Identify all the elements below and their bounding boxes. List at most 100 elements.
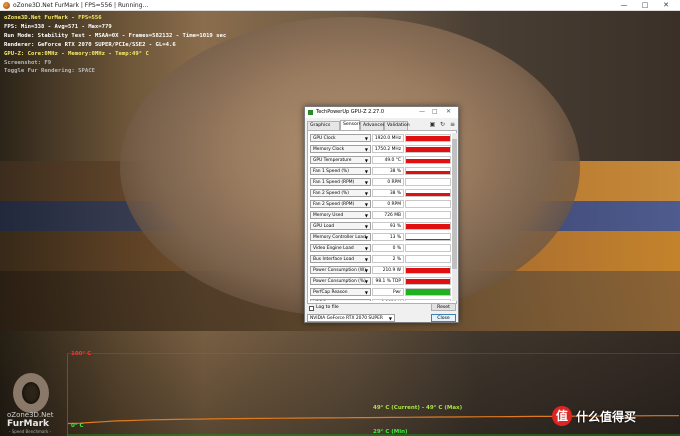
sensor-row: Fan 1 Speed (%) ▼ 38 % bbox=[308, 166, 452, 177]
gpu-select-dropdown[interactable]: NVIDIA GeForce RTX 2070 SUPER ▼ bbox=[307, 314, 395, 322]
sensor-graph bbox=[405, 288, 451, 296]
sensor-graph bbox=[405, 266, 451, 274]
sensor-label-dropdown[interactable]: Memory Clock ▼ bbox=[310, 145, 371, 153]
sensor-row: Fan 2 Speed (RPM) ▼ 0 RPM bbox=[308, 199, 452, 210]
maximize-icon[interactable]: □ bbox=[637, 0, 653, 11]
overlay-line-4: GPU-Z: Core:0MHz - Memory:0MHz - Temp:49… bbox=[4, 50, 149, 57]
sensor-row: Memory Controller Load ▼ 13 % bbox=[308, 232, 452, 243]
sensor-label-dropdown[interactable]: GPU Clock ▼ bbox=[310, 134, 371, 142]
sensor-label: Memory Used bbox=[313, 213, 344, 218]
sensor-graph bbox=[405, 145, 451, 153]
sensor-label-dropdown[interactable]: Fan 1 Speed (%) ▼ bbox=[310, 167, 371, 175]
sensor-label: Power Consumption (W) bbox=[313, 268, 366, 273]
sensor-row: GPU Load ▼ 93 % bbox=[308, 221, 452, 232]
sensor-graph-fill bbox=[406, 289, 450, 295]
log-to-file-checkbox[interactable]: Log to file bbox=[309, 305, 339, 312]
sensor-value: 726 MB bbox=[372, 211, 404, 219]
sensor-label: GPU Clock bbox=[313, 136, 336, 141]
sensor-label-dropdown[interactable]: Memory Used ▼ bbox=[310, 211, 371, 219]
log-to-file-label: Log to file bbox=[316, 305, 339, 310]
sensor-value: 0 RPM bbox=[372, 178, 404, 186]
sensor-value: 13 % bbox=[372, 233, 404, 241]
overlay-line-6: Toggle Fur Rendering: SPACE bbox=[4, 68, 95, 75]
sensor-label-dropdown[interactable]: Fan 1 Speed (RPM) ▼ bbox=[310, 178, 371, 186]
sensor-label-dropdown[interactable]: Fan 2 Speed (RPM) ▼ bbox=[310, 200, 371, 208]
graph-top-label: 100° C bbox=[71, 351, 92, 357]
sensor-value: 98.1 % TDP bbox=[372, 277, 404, 285]
sensor-scrollbar[interactable] bbox=[452, 133, 457, 301]
chevron-down-icon: ▼ bbox=[364, 158, 368, 163]
sensor-label-dropdown[interactable]: Memory Controller Load ▼ bbox=[310, 233, 371, 241]
sensor-graph bbox=[405, 222, 451, 230]
gpuz-close-icon[interactable]: ✕ bbox=[446, 108, 451, 115]
sensor-label-dropdown[interactable]: PerfCap Reason ▼ bbox=[310, 288, 371, 296]
sensor-graph-fill bbox=[406, 146, 450, 152]
chevron-down-icon: ▼ bbox=[364, 147, 368, 152]
sensor-value: 38 % bbox=[372, 167, 404, 175]
sensor-label-dropdown[interactable]: Power Consumption (W) ▼ bbox=[310, 266, 371, 274]
sensor-label-dropdown[interactable]: VDDC▼ bbox=[310, 299, 371, 301]
menu-icon[interactable]: ≡ bbox=[449, 121, 456, 128]
tab-graphics-card[interactable]: Graphics Card bbox=[307, 121, 340, 136]
sensor-graph bbox=[405, 156, 451, 164]
sensor-label-dropdown[interactable]: Video Engine Load ▼ bbox=[310, 244, 371, 252]
sensor-label-dropdown[interactable]: GPU Load ▼ bbox=[310, 222, 371, 230]
sensor-graph bbox=[405, 299, 451, 301]
graph-bottom-label: 0° C bbox=[71, 423, 84, 429]
furmark-titlebar[interactable]: oZone3D.Net FurMark | FPS=556 | Running.… bbox=[0, 0, 680, 11]
scrollbar-thumb[interactable] bbox=[452, 139, 457, 269]
sensor-row: PerfCap Reason ▼ Pwr bbox=[308, 287, 452, 298]
sensor-label: GPU Temperature bbox=[313, 158, 352, 163]
sensor-row: Power Consumption (W) ▼ 210.9 W bbox=[308, 265, 452, 276]
close-icon[interactable]: ✕ bbox=[658, 0, 674, 11]
gpuz-titlebar[interactable]: TechPowerUp GPU-Z 2.27.0 — □ ✕ bbox=[305, 107, 458, 118]
gpuz-window: TechPowerUp GPU-Z 2.27.0 — □ ✕ Graphics … bbox=[304, 106, 459, 323]
tab-advanced[interactable]: Advanced bbox=[360, 121, 386, 130]
sensor-label: Fan 2 Speed (RPM) bbox=[313, 202, 355, 207]
sensor-row: Fan 1 Speed (RPM) ▼ 0 RPM bbox=[308, 177, 452, 188]
overlay-line-3: Renderer: GeForce RTX 2070 SUPER/PCIe/SS… bbox=[4, 41, 176, 48]
sensor-row: Memory Used ▼ 726 MB bbox=[308, 210, 452, 221]
reset-button[interactable]: Reset bbox=[431, 303, 456, 311]
camera-icon[interactable]: ▣ bbox=[429, 121, 436, 128]
close-button[interactable]: Close bbox=[431, 314, 456, 322]
tab-sensors[interactable]: Sensors bbox=[340, 120, 361, 130]
furmark-stats-overlay: oZone3D.Net FurMark - FPS=556 FPS: Min=33… bbox=[4, 14, 226, 76]
sensor-row: GPU Clock ▼ 1920.0 MHz bbox=[308, 133, 452, 144]
sensor-label-dropdown[interactable]: Power Consumption (%) ▼ bbox=[310, 277, 371, 285]
sensor-label: Video Engine Load bbox=[313, 246, 354, 251]
chevron-down-icon: ▼ bbox=[364, 191, 368, 196]
watermark-text: 什么值得买 bbox=[576, 410, 637, 424]
minimize-icon[interactable]: — bbox=[616, 0, 632, 11]
sensor-row: Bus Interface Load ▼ 2 % bbox=[308, 254, 452, 265]
sensor-label: Fan 1 Speed (RPM) bbox=[313, 180, 355, 185]
chevron-down-icon: ▼ bbox=[364, 169, 368, 174]
sensor-graph bbox=[405, 255, 451, 263]
sensor-label: Fan 2 Speed (%) bbox=[313, 191, 349, 196]
sensor-graph-fill bbox=[406, 239, 450, 240]
sensor-value: 0 RPM bbox=[372, 200, 404, 208]
sensor-graph bbox=[405, 233, 451, 241]
sensor-graph bbox=[405, 211, 451, 219]
checkbox-box[interactable] bbox=[309, 305, 314, 311]
sensor-label-dropdown[interactable]: Bus Interface Load ▼ bbox=[310, 255, 371, 263]
sensor-graph bbox=[405, 277, 451, 285]
sensor-graph bbox=[405, 200, 451, 208]
chevron-down-icon: ▼ bbox=[365, 300, 368, 301]
sensor-value: 0 % bbox=[372, 244, 404, 252]
gpuz-minimize-icon[interactable]: — bbox=[419, 108, 425, 115]
sensor-value: 2 % bbox=[372, 255, 404, 263]
sensor-row: VDDC▼0.9810 V bbox=[308, 298, 452, 301]
sensor-row: Power Consumption (%) ▼ 98.1 % TDP bbox=[308, 276, 452, 287]
sensor-label-dropdown[interactable]: Fan 2 Speed (%) ▼ bbox=[310, 189, 371, 197]
sensor-label: Memory Clock bbox=[313, 147, 345, 152]
gpuz-maximize-icon[interactable]: □ bbox=[432, 108, 438, 115]
chevron-down-icon: ▼ bbox=[364, 246, 368, 251]
sensor-label-dropdown[interactable]: GPU Temperature ▼ bbox=[310, 156, 371, 164]
sensor-value: 210.9 W bbox=[372, 266, 404, 274]
logo-line-3: - Speed Benchmark - bbox=[9, 429, 52, 434]
sensor-value: 38 % bbox=[372, 189, 404, 197]
graph-min-temp-label: 29° C (Min) bbox=[373, 429, 408, 435]
refresh-icon[interactable]: ↻ bbox=[439, 121, 446, 128]
tab-validation[interactable]: Validation bbox=[384, 121, 410, 130]
